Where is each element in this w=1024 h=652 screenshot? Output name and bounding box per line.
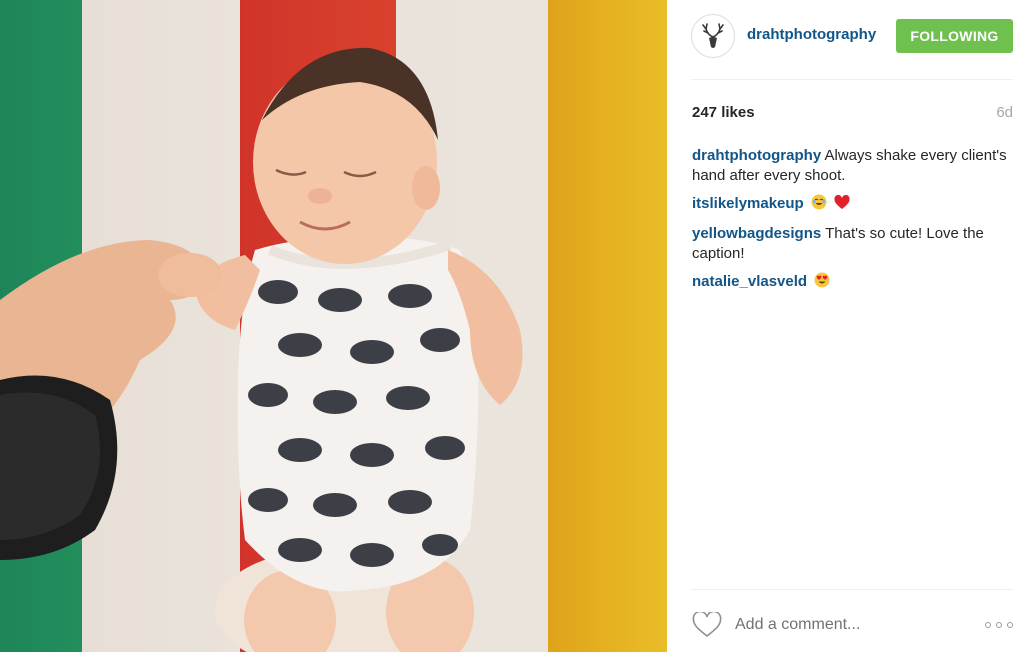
add-comment-input[interactable] <box>735 613 955 637</box>
heart-outline-icon[interactable] <box>692 610 722 643</box>
comment-author[interactable]: drahtphotography <box>692 147 821 164</box>
post-header: drahtphotography FOLLOWING <box>667 0 1024 80</box>
post-timestamp[interactable]: 6d <box>996 104 1013 121</box>
deer-antlers-icon <box>702 23 724 48</box>
following-button[interactable]: FOLLOWING <box>896 19 1013 53</box>
likes-count[interactable]: 247 likes <box>692 104 755 121</box>
comment-item: itslikelymakeup <box>692 194 1014 216</box>
comment-item: natalie_vlasveld <box>692 272 1014 294</box>
more-options-icon[interactable] <box>985 620 1015 632</box>
comment-composer <box>667 596 1024 652</box>
red-heart-icon <box>834 194 850 216</box>
comment-list: drahtphotography Always shake every clie… <box>692 146 1014 302</box>
comment-item: drahtphotography Always shake every clie… <box>692 146 1014 186</box>
post-author-username[interactable]: drahtphotography <box>747 26 877 43</box>
header-divider <box>691 79 1013 80</box>
crying-laughing-face-icon <box>811 194 827 216</box>
post-photo <box>0 0 667 652</box>
heart-eyes-face-icon <box>814 272 830 294</box>
comment-author[interactable]: itslikelymakeup <box>692 195 804 212</box>
deer-antlers-logo[interactable] <box>691 14 735 58</box>
comment-author[interactable]: yellowbagdesigns <box>692 225 821 242</box>
footer-divider <box>691 589 1013 590</box>
comment-author[interactable]: natalie_vlasveld <box>692 273 807 290</box>
baby-photo-illustration <box>0 47 523 652</box>
comment-item: yellowbagdesigns That's so cute! Love th… <box>692 224 1014 264</box>
post-sidebar: drahtphotography FOLLOWING 247 likes 6d … <box>667 0 1024 652</box>
